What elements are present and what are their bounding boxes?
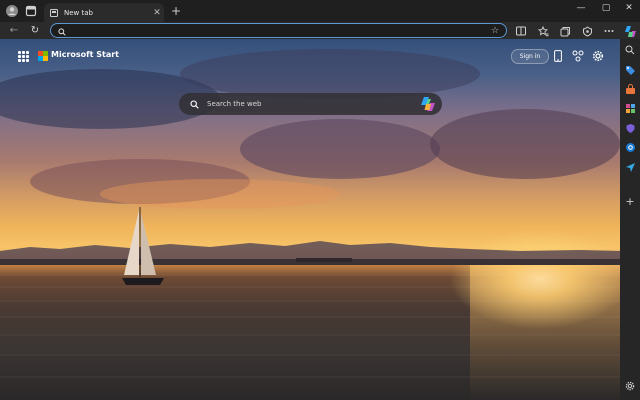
back-button[interactable]: ← — [7, 24, 21, 38]
address-search-icon — [55, 21, 69, 40]
new-tab-page: Microsoft Start Sign in Search the web — [0, 39, 620, 400]
sidebar-outlook-icon[interactable] — [623, 140, 637, 154]
sidebar-send-icon[interactable] — [623, 160, 637, 174]
address-bar[interactable]: ☆ — [50, 23, 507, 38]
sidebar-settings-gear-icon[interactable] — [623, 379, 637, 393]
minimize-button[interactable]: — — [570, 0, 592, 18]
sign-in-button[interactable]: Sign in — [511, 49, 549, 64]
toolbar: ← ↻ ☆ — [0, 22, 640, 39]
tab-title: New tab — [64, 8, 93, 17]
close-window-button[interactable]: ✕ — [618, 0, 640, 18]
copilot-search-icon[interactable] — [420, 96, 436, 112]
settings-gear-icon[interactable] — [591, 49, 605, 63]
tab-new-tab[interactable]: New tab ✕ — [44, 3, 164, 22]
collections-icon[interactable] — [558, 24, 572, 38]
mountain-silhouette — [0, 241, 620, 265]
cloud-shape — [240, 119, 440, 179]
cloud-shape — [430, 109, 620, 179]
search-icon — [185, 99, 203, 109]
sailboat-image — [122, 207, 164, 285]
sidebar-office-icon[interactable] — [623, 101, 637, 115]
web-search-box[interactable]: Search the web — [179, 93, 442, 115]
app-launcher-icon[interactable] — [18, 51, 29, 62]
workspaces-icon[interactable] — [23, 3, 39, 19]
ms-start-header: Microsoft Start Sign in — [0, 39, 620, 73]
sidebar-shield-icon[interactable] — [623, 121, 637, 135]
maximize-button[interactable]: ▢ — [595, 0, 617, 18]
title-bar: New tab ✕ + — ▢ ✕ — [0, 0, 640, 22]
water-ripples — [0, 274, 620, 378]
favorite-star-icon[interactable]: ☆ — [488, 26, 502, 36]
edge-sidebar: + — [620, 39, 640, 400]
sidebar-shopping-bag-icon[interactable] — [623, 82, 637, 96]
microsoft-logo-icon — [38, 51, 48, 61]
sidebar-tag-icon[interactable] — [623, 63, 637, 77]
apps-hub-icon[interactable] — [571, 49, 585, 63]
address-input[interactable] — [69, 24, 488, 37]
tab-close-icon[interactable]: ✕ — [150, 8, 164, 18]
browser-window: New tab ✕ + — ▢ ✕ ← ↻ ☆ Microsoft Start … — [0, 0, 640, 400]
refresh-button[interactable]: ↻ — [28, 24, 42, 38]
browser-essentials-icon[interactable] — [580, 24, 594, 38]
brand-title[interactable]: Microsoft Start — [51, 50, 119, 59]
sidebar-add-button[interactable]: + — [623, 194, 637, 208]
copilot-icon[interactable] — [623, 24, 637, 38]
new-tab-page-icon — [50, 8, 58, 17]
favorites-icon[interactable] — [536, 24, 550, 38]
sidebar-search-icon[interactable] — [623, 43, 637, 57]
more-options-icon[interactable] — [602, 24, 616, 38]
new-tab-button[interactable]: + — [168, 3, 184, 19]
profile-avatar-icon[interactable] — [4, 3, 20, 19]
search-placeholder[interactable]: Search the web — [203, 100, 420, 108]
mobile-phone-icon[interactable] — [551, 49, 565, 63]
split-screen-icon[interactable] — [514, 24, 528, 38]
